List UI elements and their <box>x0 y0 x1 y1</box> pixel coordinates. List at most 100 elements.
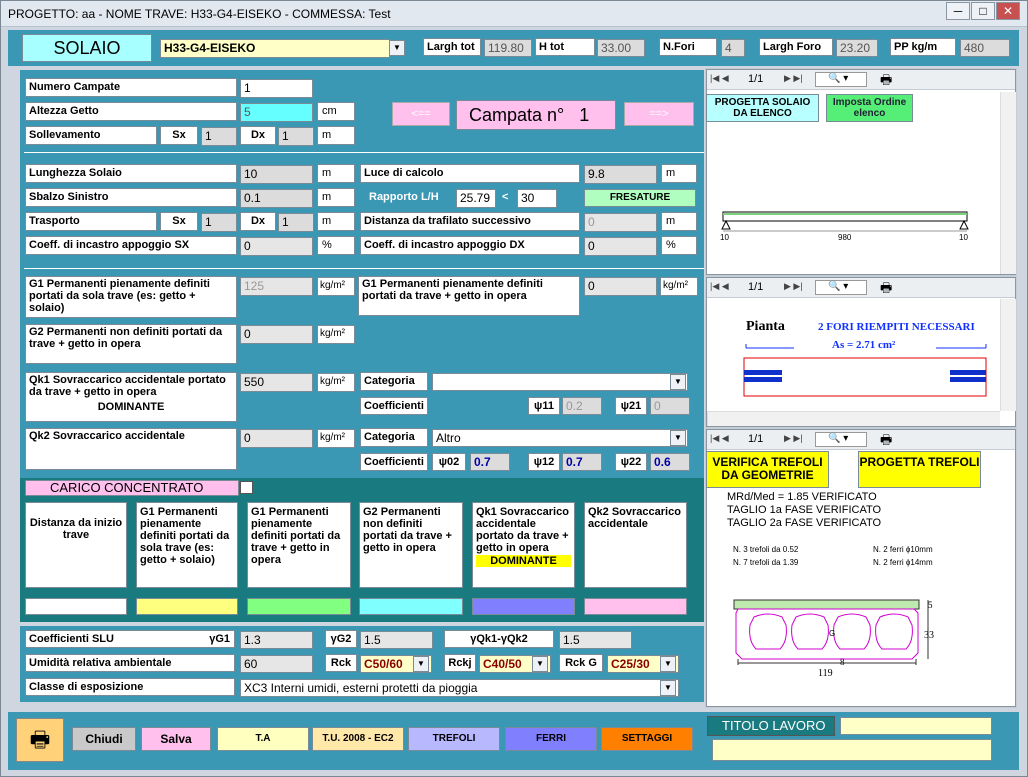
g2-input[interactable]: 0 <box>240 325 313 344</box>
nav-next-last-icon-2[interactable]: ▶ ▶| <box>784 281 803 292</box>
coeff-dx-label: Coeff. di incastro appoggio DX <box>360 236 580 255</box>
trasp-sx-input[interactable]: 1 <box>201 213 237 232</box>
printer-icon[interactable]: 🖶 <box>16 718 64 762</box>
support-left <box>721 219 731 230</box>
qk1-label-text: Qk1 Sovraccarico accidentale portato da … <box>29 374 226 398</box>
divider-1 <box>24 152 704 153</box>
trefoli-button[interactable]: TREFOLI <box>408 727 500 751</box>
zoom-icon-3[interactable]: 🔍 ▾ <box>815 432 867 447</box>
largh-foro-label: Largh Foro <box>759 38 833 56</box>
conc-input-qk2[interactable] <box>584 598 687 615</box>
verifica-trefoli-button[interactable]: VERIFICA TREFOLI DA GEOMETRIE <box>706 451 829 488</box>
ferri-button[interactable]: FERRI <box>505 727 597 751</box>
print-icon-1[interactable]: 🖶 <box>880 71 892 93</box>
altezza-getto-input[interactable]: 5 <box>240 103 313 122</box>
fori-left-2 <box>744 377 782 382</box>
zoom-icon-1[interactable]: 🔍 ▾ <box>815 72 867 87</box>
g1a-input[interactable]: 125 <box>240 277 313 296</box>
salva-button[interactable]: Salva <box>141 727 211 751</box>
coeff-sx-input[interactable]: 0 <box>240 237 313 256</box>
hscrollbar-2[interactable] <box>707 411 1000 426</box>
sollevamento-label: Sollevamento <box>25 126 157 145</box>
window-title: PROGETTO: aa - NOME TRAVE: H33-G4-EISEKO… <box>8 7 391 21</box>
zoom-icon-2[interactable]: 🔍 ▾ <box>815 280 867 295</box>
distanza-value[interactable]: 0 <box>584 213 657 232</box>
coeff-dx-input[interactable]: 0 <box>584 237 657 256</box>
progetta-trefoli-button[interactable]: PROGETTA TREFOLI <box>858 451 981 488</box>
soll-sx-input[interactable]: 1 <box>201 127 237 146</box>
minimize-button[interactable]: ─ <box>946 2 970 20</box>
qk1-input[interactable]: 550 <box>240 373 313 392</box>
categoria1-dropdown-icon[interactable]: ▼ <box>670 374 686 390</box>
qk2-input[interactable]: 0 <box>240 429 313 448</box>
trave-select[interactable]: H33-G4-EISEKO <box>160 39 390 58</box>
imposta-ordine-button[interactable]: Imposta Ordine elenco <box>826 94 913 122</box>
maximize-button[interactable]: □ <box>971 2 995 20</box>
h-tot-value: 33.00 <box>597 39 645 57</box>
print-icon-3[interactable]: 🖶 <box>880 431 892 453</box>
classe-dropdown-icon[interactable]: ▼ <box>660 680 676 696</box>
nav-first-prev-icon-1[interactable]: |◀ ◀ <box>710 73 729 84</box>
ta-button[interactable]: T.A <box>217 727 309 751</box>
gamma-g1-label: γG1 <box>209 633 230 645</box>
g1a-label: G1 Permanenti pienamente definiti portat… <box>25 276 237 318</box>
numero-campate-input[interactable]: 1 <box>240 79 313 98</box>
umidita-input[interactable]: 60 <box>240 655 313 673</box>
close-button[interactable]: ✕ <box>996 2 1020 20</box>
chiudi-button[interactable]: Chiudi <box>72 727 136 751</box>
categoria2-select[interactable]: Altro <box>432 429 688 447</box>
conc-input-distanza[interactable] <box>25 598 127 615</box>
next-campata-button[interactable]: ==> <box>624 102 694 126</box>
conc-input-g1a[interactable] <box>136 598 238 615</box>
beam-left-dim: 10 <box>720 233 729 242</box>
titolo-lavoro-input[interactable] <box>840 717 992 735</box>
titolo-lavoro-input-2[interactable] <box>712 739 992 761</box>
nav-first-prev-icon-3[interactable]: |◀ ◀ <box>710 433 729 444</box>
prev-campata-button[interactable]: <== <box>392 102 450 126</box>
classe-select[interactable]: XC3 Interni umidi, esterni protetti da p… <box>240 679 679 697</box>
trasp-dx-input[interactable]: 1 <box>278 213 314 232</box>
pianta-diagram <box>743 344 987 397</box>
g1b-input[interactable]: 0 <box>584 277 657 296</box>
nav-first-prev-icon-2[interactable]: |◀ ◀ <box>710 281 729 292</box>
g1b-label: G1 Permanenti pienamente definiti portat… <box>358 276 580 316</box>
rckj-dropdown-icon[interactable]: ▼ <box>532 656 548 672</box>
categoria1-select[interactable] <box>432 373 688 391</box>
conc-input-g2[interactable] <box>359 598 463 615</box>
rapporto-max-input[interactable]: 30 <box>517 189 557 208</box>
trefoli-info: N. 3 trefoli da 0.52 N. 7 trefoli da 1.3… <box>733 543 798 569</box>
beam-right-dim: 10 <box>959 233 968 242</box>
nav-next-last-icon-1[interactable]: ▶ ▶| <box>784 73 803 84</box>
titolo-lavoro-label: TITOLO LAVORO <box>707 716 835 736</box>
gamma-g2-input[interactable]: 1.5 <box>360 631 433 649</box>
rck-dropdown-icon[interactable]: ▼ <box>413 656 429 672</box>
gamma-g1-input[interactable]: 1.3 <box>240 631 313 649</box>
gamma-qk-input[interactable]: 1.5 <box>559 631 632 649</box>
settaggi-button[interactable]: SETTAGGI <box>601 727 693 751</box>
fori-label: 2 FORI RIEMPITI NECESSARI <box>818 321 975 333</box>
categoria2-dropdown-icon[interactable]: ▼ <box>670 430 686 446</box>
rckg-dropdown-icon[interactable]: ▼ <box>660 656 676 672</box>
nav-next-last-icon-3[interactable]: ▶ ▶| <box>784 433 803 444</box>
result-taglio2: TAGLIO 2a FASE VERIFICATO <box>727 517 882 529</box>
fresature-button[interactable]: FRESATURE <box>584 189 696 207</box>
sbalzo-input[interactable]: 0.1 <box>240 189 313 208</box>
trave-dropdown-icon[interactable]: ▼ <box>389 40 405 56</box>
scrollbar-2[interactable] <box>1000 299 1016 411</box>
qk2-label: Qk2 Sovraccarico accidentale <box>25 428 237 470</box>
tu-button[interactable]: T.U. 2008 - EC2 <box>312 727 404 751</box>
fori-right-2 <box>950 377 986 382</box>
fori-right-1 <box>950 370 986 375</box>
psi11-label: ψ11 <box>528 397 560 415</box>
carico-concentrato-checkbox[interactable] <box>240 481 253 494</box>
progetta-solaio-button[interactable]: PROGETTA SOLAIO DA ELENCO <box>706 94 819 122</box>
scrollbar-1[interactable] <box>1000 92 1016 274</box>
solaio-title: SOLAIO <box>22 34 152 62</box>
conc-input-qk1[interactable] <box>472 598 575 615</box>
rapporto-value: 25.79 <box>456 189 496 208</box>
trasp-sx-label: Sx <box>160 212 198 231</box>
soll-dx-input[interactable]: 1 <box>278 127 314 146</box>
print-icon-2[interactable]: 🖶 <box>880 279 892 301</box>
conc-input-g1b[interactable] <box>247 598 351 615</box>
lunghezza-input[interactable]: 10 <box>240 165 313 184</box>
